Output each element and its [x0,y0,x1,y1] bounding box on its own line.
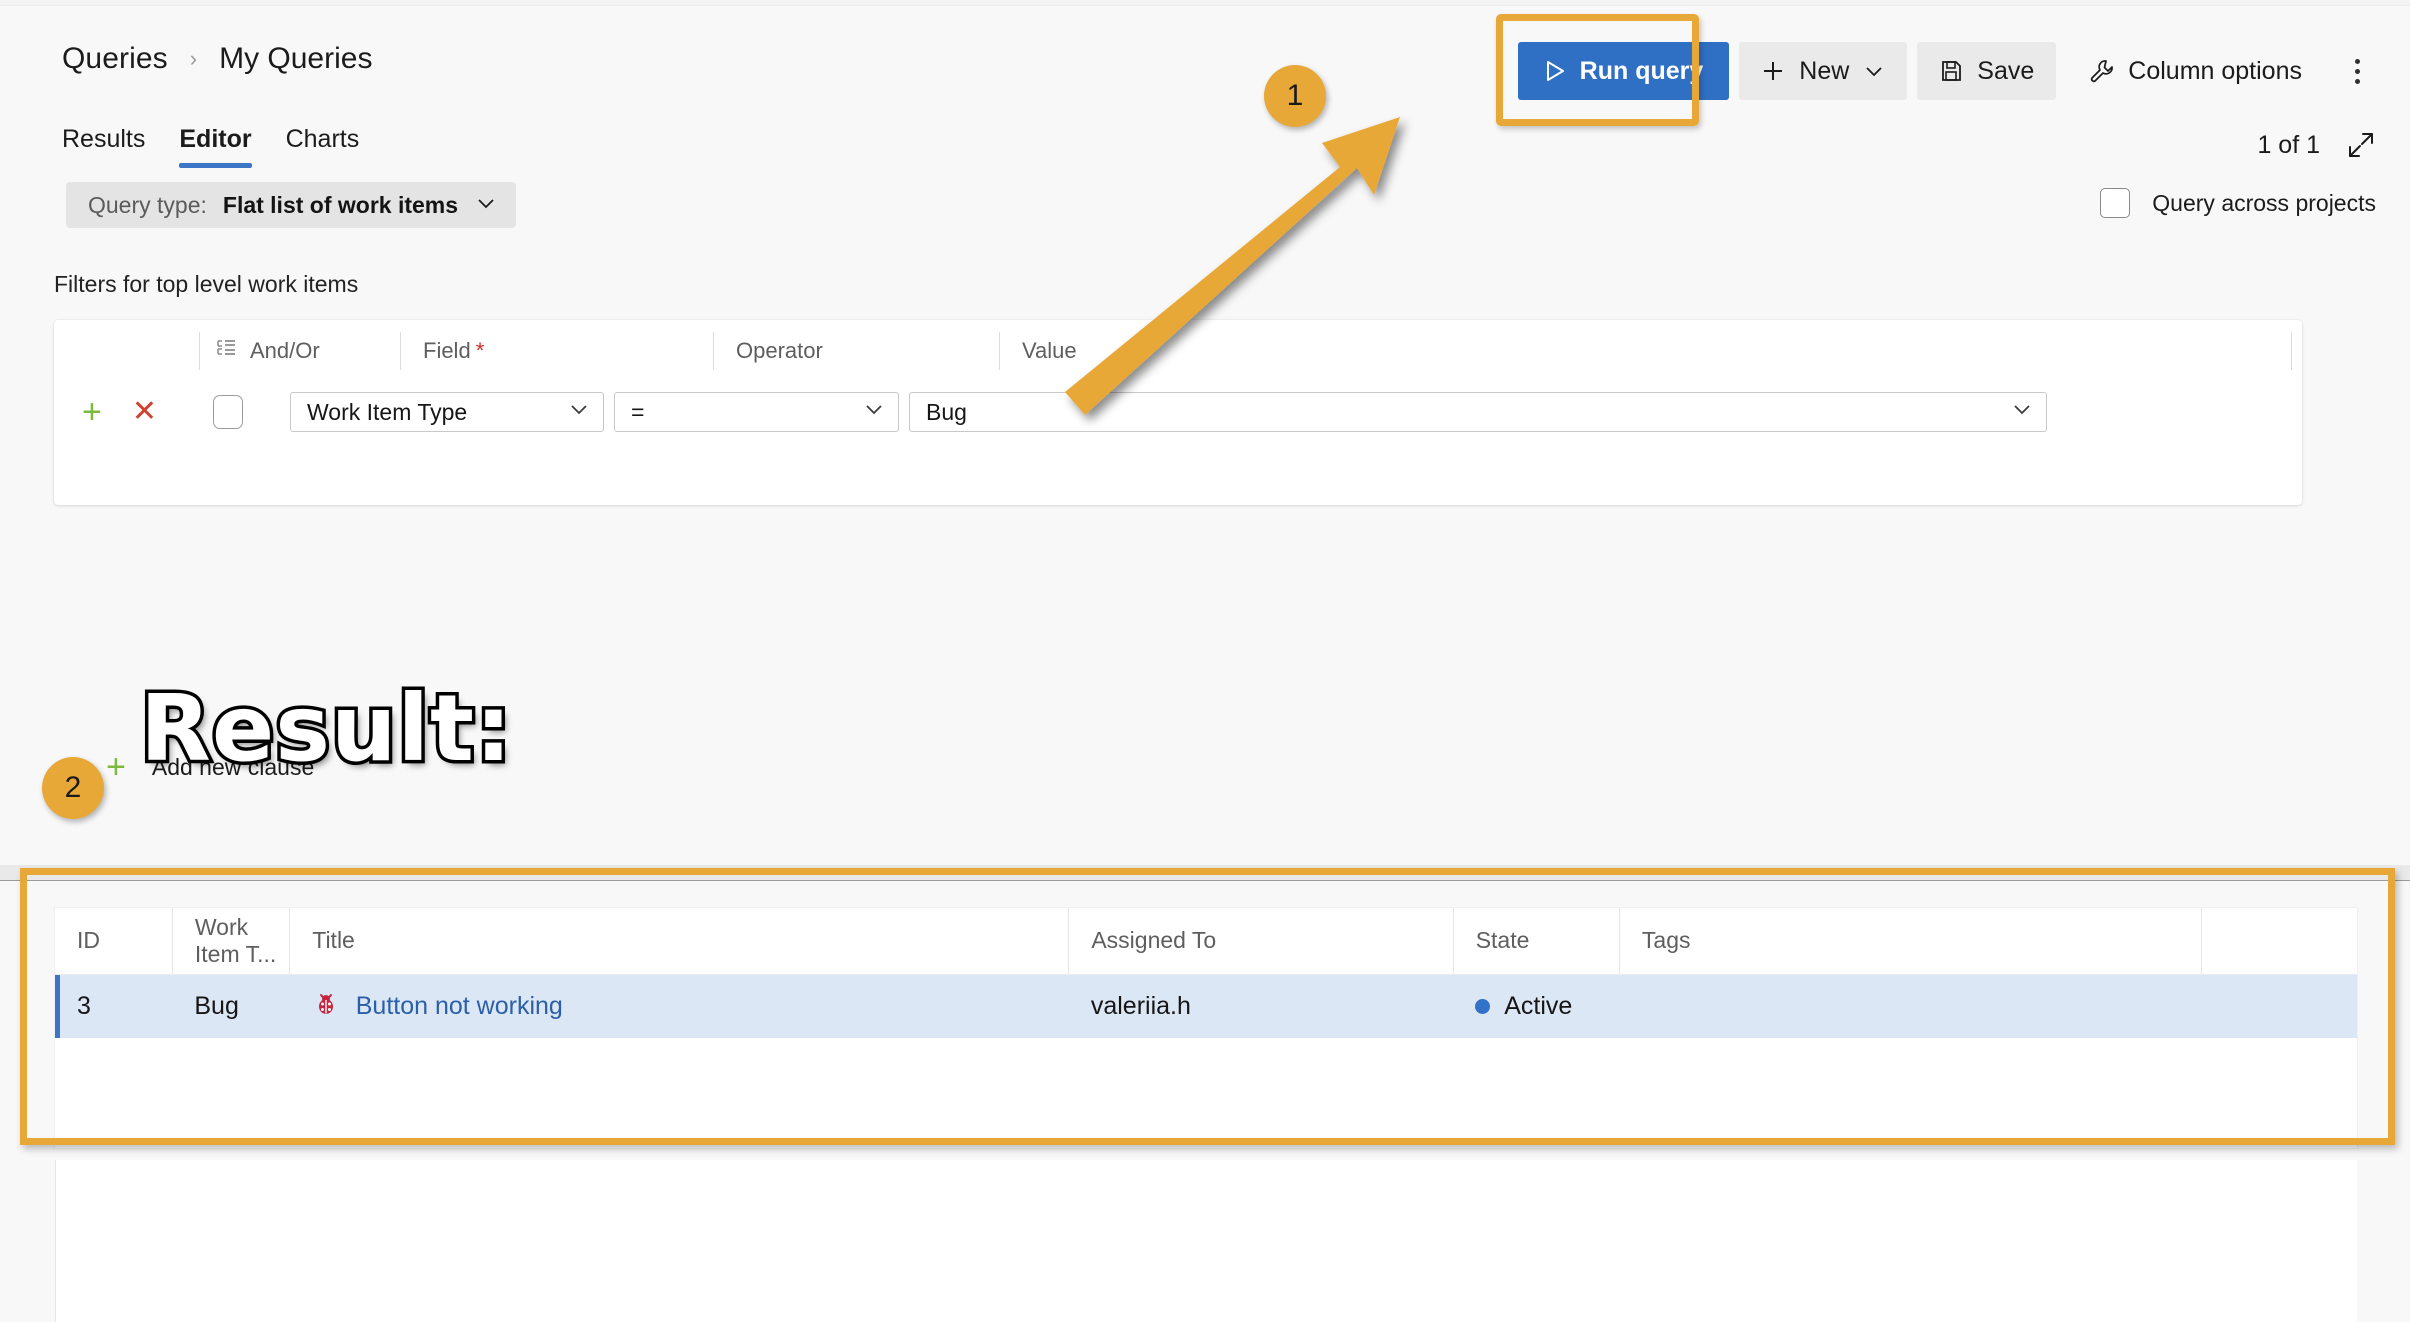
breadcrumb-queries[interactable]: Queries [62,42,168,76]
and-or-select[interactable] [213,395,243,429]
run-query-wrapper: Run query [1518,42,1730,100]
table-header-row: ID Work Item T... Title Assigned To Stat… [55,908,2357,974]
view-tabs: Results Editor Charts [62,125,359,168]
plus-icon: + [106,750,126,784]
add-clause-row-icon[interactable]: + [82,395,102,429]
cell-id: 3 [55,974,172,1038]
table-row[interactable]: 3 Bug [55,974,2357,1038]
value-select[interactable]: Bug [909,392,2047,432]
column-header-field-label: Field [423,338,471,364]
results-divider [0,880,2410,881]
play-icon [1544,59,1566,83]
cell-state-label: Active [1504,992,1572,1021]
column-header-work-item-type[interactable]: Work Item T... [172,908,289,974]
operator-select[interactable]: = [614,392,899,432]
save-icon [1939,59,1963,83]
plus-icon [1761,59,1785,83]
column-header-and-or: And/Or [200,331,400,371]
query-type-key: Query type: [88,192,207,219]
cell-work-item-type: Bug [172,974,289,1038]
delete-clause-icon[interactable]: ✕ [132,397,157,427]
query-across-projects-toggle[interactable]: Query across projects [2100,188,2376,218]
breadcrumb-my-queries[interactable]: My Queries [219,42,372,76]
query-type-value: Flat list of work items [223,192,458,219]
column-header-field: Field * [401,331,713,371]
cell-title-link[interactable]: Button not working [356,992,563,1021]
filter-clause-card: And/Or Field * Operator Value + ✕ Wor [54,320,2302,505]
toolbar: Run query New Save [1518,40,2380,102]
cell-state: Active [1453,974,1619,1038]
column-header-operator: Operator [714,331,999,371]
column-header-assigned-to[interactable]: Assigned To [1069,908,1453,974]
annotation-badge-2: 2 [42,757,104,819]
column-header-value: Value [1000,331,2291,371]
query-type-dropdown[interactable]: Query type: Flat list of work items [66,182,516,228]
chevron-down-icon [1863,60,1885,82]
window-top-strip [0,0,2410,6]
list-icon [214,336,238,366]
kebab-dot [2355,79,2360,84]
result-counter-text: 1 of 1 [2257,131,2320,160]
bug-icon [312,989,340,1024]
result-caption: Result: [140,675,513,782]
column-divider [2291,332,2292,370]
wrench-icon [2088,58,2114,84]
kebab-dot [2355,59,2360,64]
operator-select-value: = [631,399,644,426]
field-select[interactable]: Work Item Type [290,392,604,432]
tab-charts[interactable]: Charts [286,125,360,168]
value-select-value: Bug [926,399,967,426]
cell-title: Button not working [290,974,1069,1038]
cell-spacer [2201,974,2357,1038]
column-header-spacer [2201,908,2357,974]
run-query-label: Run query [1580,57,1704,86]
tab-results[interactable]: Results [62,125,145,168]
results-top-strip [0,865,2410,880]
filters-section-label: Filters for top level work items [54,271,358,298]
column-header-id[interactable]: ID [55,908,172,974]
column-header-state[interactable]: State [1453,908,1619,974]
breadcrumb: Queries › My Queries [62,42,372,76]
query-across-projects-checkbox[interactable] [2100,188,2130,218]
breadcrumb-separator-icon: › [190,48,197,70]
results-table: ID Work Item T... Title Assigned To Stat… [55,908,2357,1038]
column-options-button[interactable]: Column options [2066,42,2324,100]
chevron-down-icon [862,397,886,427]
cell-assigned-to: valeriia.h [1069,974,1453,1038]
lower-content-panel [55,1160,2357,1322]
save-label: Save [1977,57,2034,86]
kebab-dot [2355,69,2360,74]
new-label: New [1799,57,1849,86]
state-dot-icon [1475,999,1490,1014]
column-header-title[interactable]: Title [290,908,1069,974]
annotation-badge-1: 1 [1264,65,1326,127]
filter-header-row: And/Or Field * Operator Value [54,320,2302,382]
run-query-button[interactable]: Run query [1518,42,1730,100]
column-header-and-or-label: And/Or [250,338,320,364]
result-counter: 1 of 1 [2257,130,2376,160]
query-across-projects-label: Query across projects [2152,190,2376,217]
save-button[interactable]: Save [1917,42,2056,100]
chevron-down-icon [474,191,498,220]
expand-icon[interactable] [2346,130,2376,160]
tab-editor[interactable]: Editor [179,125,251,168]
chevron-down-icon [567,397,591,427]
chevron-down-icon [2010,397,2034,427]
results-grid-panel: ID Work Item T... Title Assigned To Stat… [55,908,2357,1148]
column-header-tags[interactable]: Tags [1619,908,2201,974]
cell-tags [1619,974,2201,1038]
required-asterisk: * [476,338,485,364]
column-options-label: Column options [2128,57,2302,86]
new-button[interactable]: New [1739,42,1907,100]
field-select-value: Work Item Type [307,399,467,426]
filter-clause-row: + ✕ Work Item Type = Bug [54,382,2302,442]
more-options-icon[interactable] [2334,42,2380,100]
